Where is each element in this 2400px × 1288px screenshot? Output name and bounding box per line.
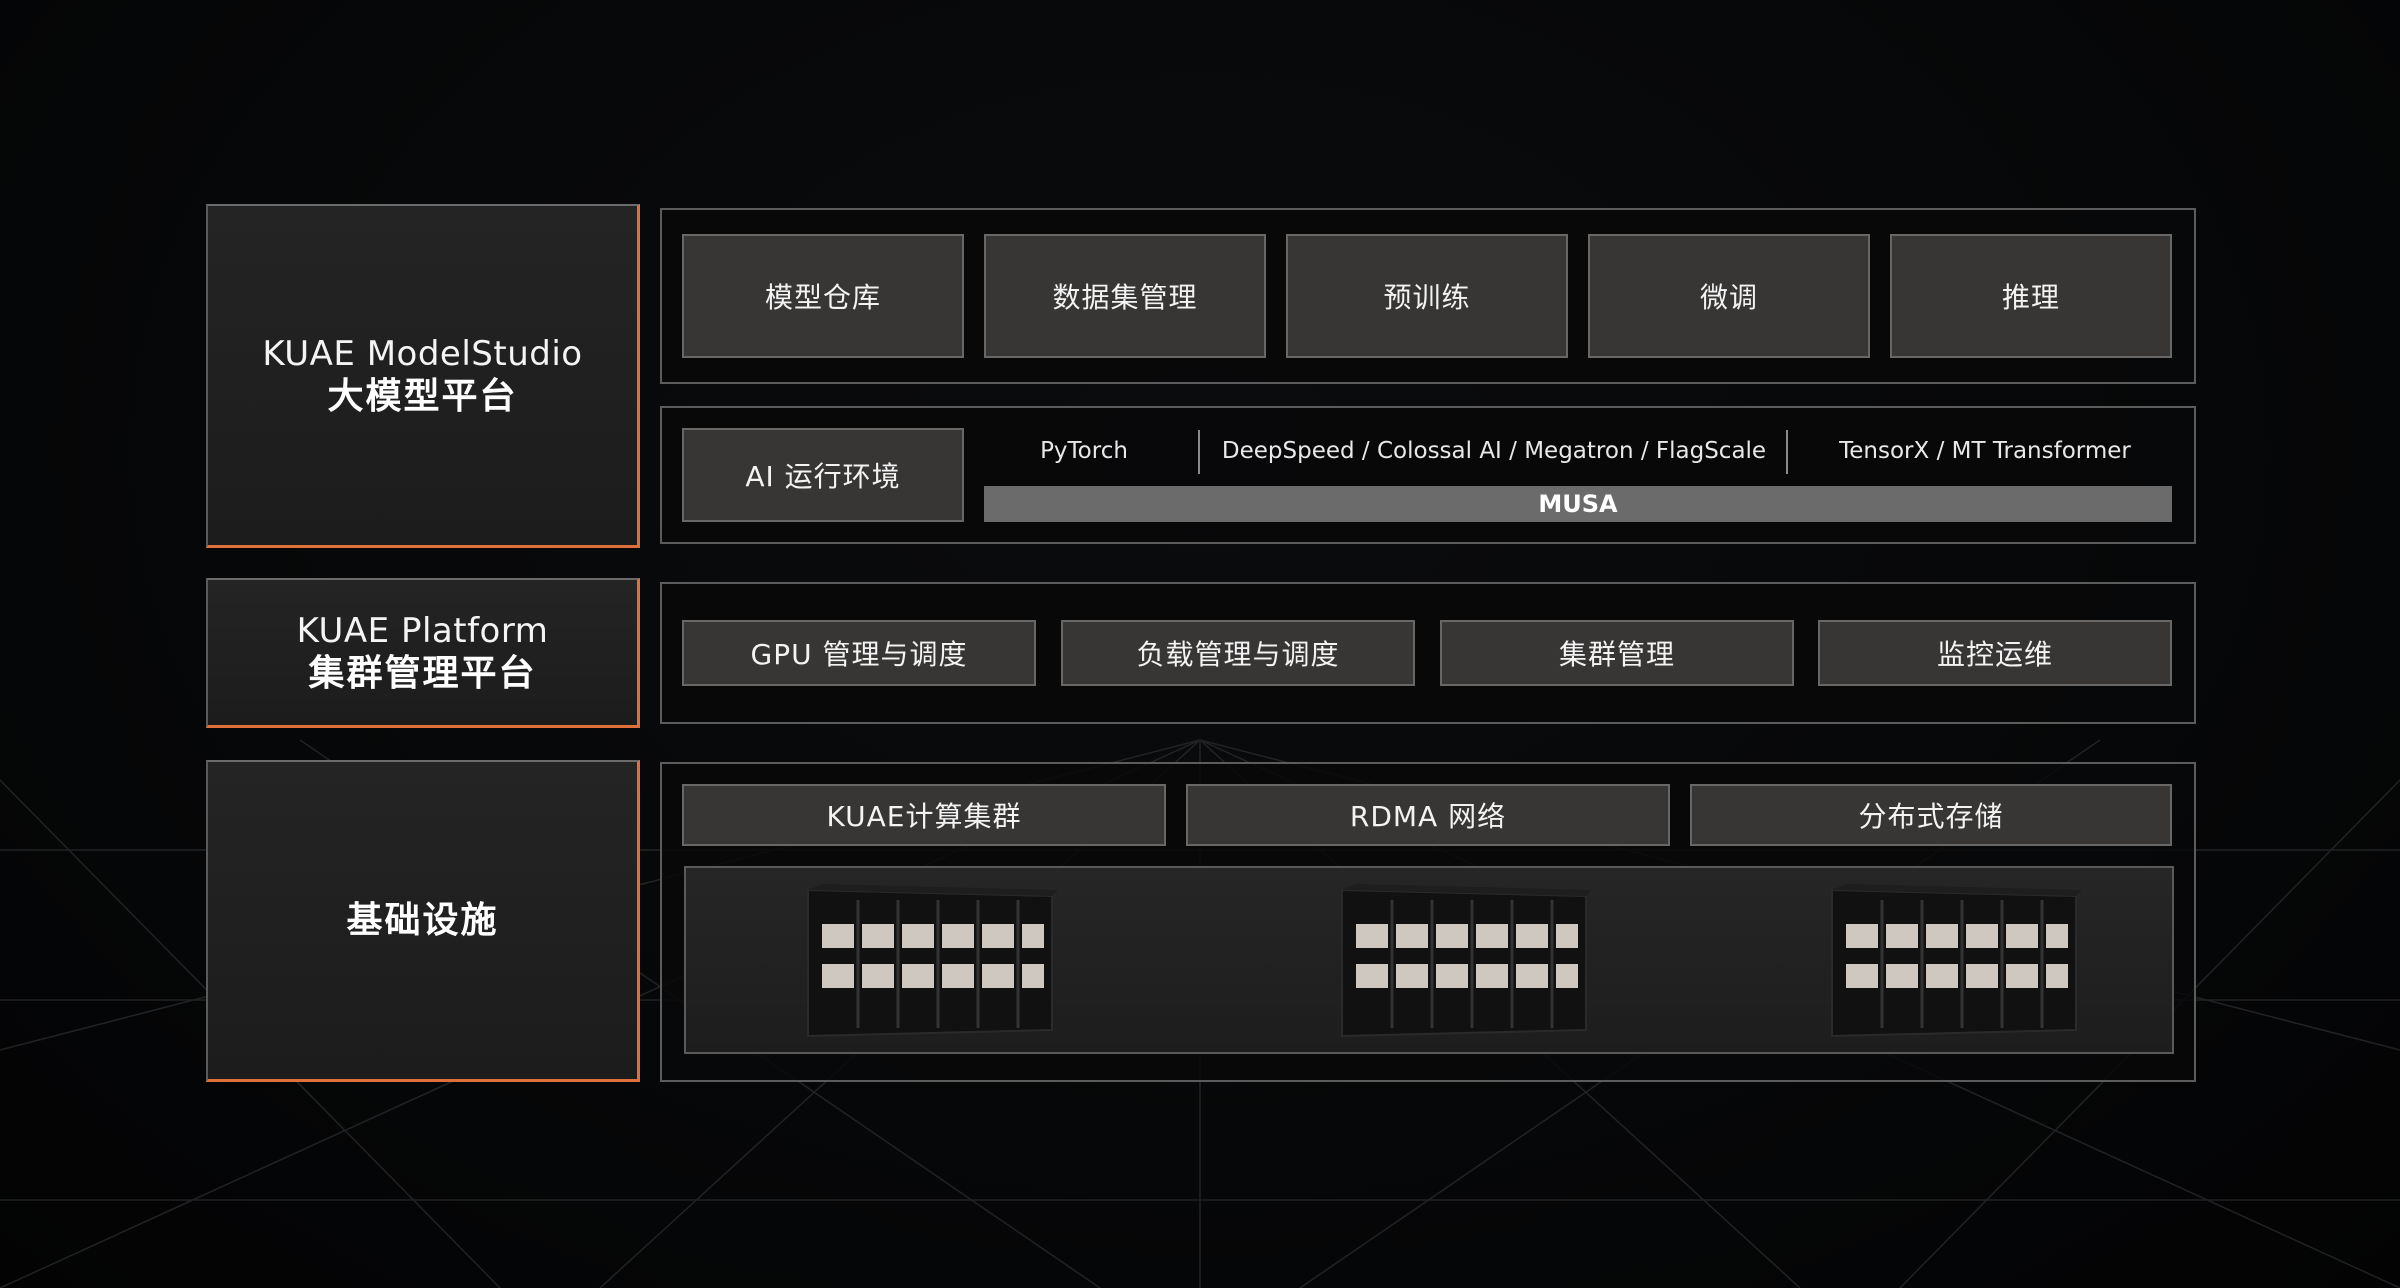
module-distributed-storage[interactable]: 分布式存储 [1690, 784, 2172, 846]
server-rack-image [1341, 884, 1592, 1038]
platform-title-en: KUAE Platform [296, 610, 549, 651]
module-cluster-management[interactable]: 集群管理 [1440, 620, 1794, 686]
platform-label: KUAE Platform 集群管理平台 [206, 578, 640, 728]
infrastructure-label: 基础设施 [206, 760, 640, 1082]
module-workload-scheduling[interactable]: 负载管理与调度 [1061, 620, 1415, 686]
framework-pytorch: PyTorch [1040, 438, 1128, 464]
module-gpu-scheduling[interactable]: GPU 管理与调度 [682, 620, 1036, 686]
modelstudio-label: KUAE ModelStudio 大模型平台 [206, 204, 640, 548]
architecture-diagram: KUAE ModelStudio 大模型平台 模型仓库 数据集管理 预训练 微调… [0, 0, 2400, 1288]
module-monitoring-ops[interactable]: 监控运维 [1818, 620, 2172, 686]
framework-divider [1198, 430, 1200, 474]
modelstudio-title-zh: 大模型平台 [327, 375, 518, 417]
module-pretraining[interactable]: 预训练 [1286, 234, 1568, 358]
framework-tensorx: TensorX / MT Transformer [1839, 438, 2131, 464]
framework-divider [1786, 430, 1788, 474]
runtime-environment-tile[interactable]: AI 运行环境 [682, 428, 964, 522]
module-compute-cluster[interactable]: KUAE计算集群 [682, 784, 1166, 846]
module-rdma-network[interactable]: RDMA 网络 [1186, 784, 1670, 846]
module-model-repo[interactable]: 模型仓库 [682, 234, 964, 358]
modelstudio-title-en: KUAE ModelStudio [262, 333, 583, 374]
module-finetuning[interactable]: 微调 [1588, 234, 1870, 358]
server-rack-image [807, 884, 1058, 1038]
framework-distributed: DeepSpeed / Colossal AI / Megatron / Fla… [1221, 438, 1767, 464]
server-rack-image [1831, 884, 2082, 1038]
platform-title-zh: 集群管理平台 [308, 652, 537, 694]
module-inference[interactable]: 推理 [1890, 234, 2172, 358]
module-dataset-management[interactable]: 数据集管理 [984, 234, 1266, 358]
infrastructure-title-zh: 基础设施 [346, 899, 499, 941]
musa-bar: MUSA [984, 486, 2172, 522]
